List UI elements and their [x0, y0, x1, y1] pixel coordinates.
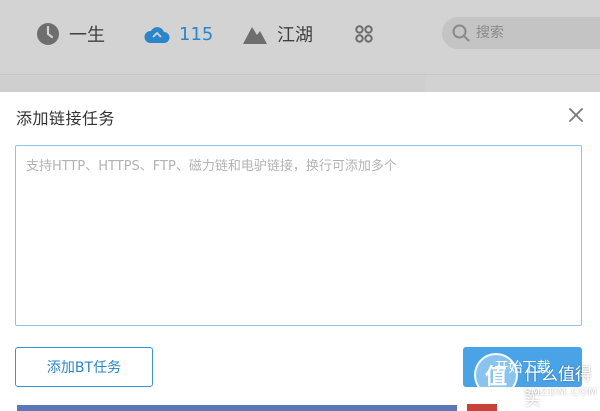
close-button[interactable]: [566, 105, 586, 125]
nav-item-jianghu[interactable]: 江湖: [242, 20, 313, 48]
search-icon: [452, 24, 470, 42]
search-input[interactable]: [476, 25, 596, 41]
nav-item-115[interactable]: 115: [144, 20, 213, 48]
nav-item-yisheng[interactable]: 一生: [36, 20, 105, 48]
mountain-icon: [243, 27, 267, 44]
link-input[interactable]: [15, 145, 582, 326]
background-bar: [17, 405, 457, 411]
nav-item-label: 江湖: [277, 25, 313, 46]
apps-grid-icon: [355, 25, 373, 43]
clock-icon: [37, 23, 59, 45]
nav-divider: [0, 74, 600, 75]
add-link-task-dialog: 添加链接任务 添加BT任务 开始下载: [0, 92, 600, 411]
add-bt-task-button[interactable]: 添加BT任务: [15, 347, 153, 387]
background-badge: [467, 404, 497, 411]
search-box[interactable]: [442, 17, 600, 49]
nav-item-label: 一生: [69, 25, 105, 46]
background-panel: [0, 76, 425, 92]
top-nav: 一生 115 江湖: [0, 0, 600, 72]
nav-item-apps[interactable]: [355, 20, 373, 48]
dialog-title: 添加链接任务: [16, 109, 116, 128]
nav-item-label: 115: [179, 23, 214, 45]
app-window: 一生 115 江湖 搜索 添加链接任务 支持HTTP、HTTPS、FTP、磁力链…: [0, 0, 600, 411]
start-download-button[interactable]: 开始下载: [463, 347, 582, 387]
close-icon: [569, 108, 583, 122]
cloud-icon: [144, 27, 170, 43]
